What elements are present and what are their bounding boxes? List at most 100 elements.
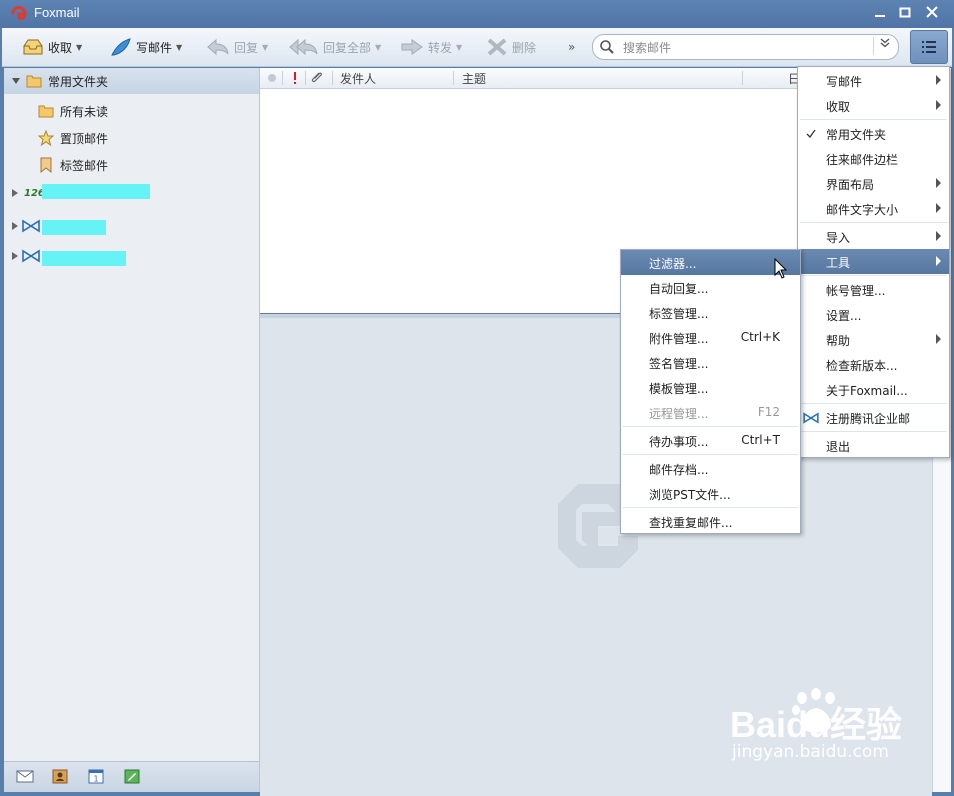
- menu-item-label: 浏览PST文件...: [649, 488, 731, 502]
- search-box[interactable]: [592, 34, 899, 60]
- menu-item-shortcut: Ctrl+K: [740, 330, 780, 344]
- receive-dropdown-icon[interactable]: ▼: [76, 43, 82, 52]
- folder-icon: [26, 75, 42, 88]
- menu-item-layout[interactable]: 界面布局: [798, 171, 949, 196]
- menu-item-label: 工具: [826, 256, 851, 270]
- menu-item-label: 导入: [826, 231, 851, 245]
- sidebar-item-label: 标签邮件: [60, 158, 109, 173]
- expand-down-icon[interactable]: [12, 78, 20, 84]
- menu-item-exit[interactable]: 退出: [798, 433, 949, 458]
- receive-button[interactable]: 收取 ▼: [22, 28, 82, 66]
- menu-item-label: 待办事项...: [649, 435, 709, 449]
- column-separator: [332, 71, 333, 85]
- attachment-paperclip-icon[interactable]: [310, 71, 324, 85]
- search-options-button[interactable]: [873, 37, 896, 55]
- favorites-folder-header[interactable]: 常用文件夹: [4, 68, 259, 94]
- menu-item-label: 界面布局: [826, 178, 875, 192]
- menu-separator: [800, 119, 947, 120]
- menu-item-compose[interactable]: 写邮件: [798, 68, 949, 93]
- menu-item-favorites[interactable]: 常用文件夹: [798, 121, 949, 146]
- tools-item-browse-pst[interactable]: 浏览PST文件...: [621, 481, 800, 506]
- menu-separator: [623, 454, 798, 455]
- tools-item-remote-manager[interactable]: 远程管理... F12: [621, 400, 800, 425]
- delete-x-icon: [487, 38, 507, 56]
- expand-right-icon[interactable]: [12, 222, 18, 230]
- tools-item-mail-archive[interactable]: 邮件存档...: [621, 456, 800, 481]
- minimize-button[interactable]: [868, 4, 892, 24]
- delete-button[interactable]: 删除: [486, 28, 536, 66]
- menu-item-register-exmail[interactable]: 注册腾讯企业邮: [798, 405, 949, 430]
- expand-right-icon[interactable]: [12, 189, 18, 197]
- menu-item-font-size[interactable]: 邮件文字大小: [798, 196, 949, 221]
- forward-button[interactable]: 转发 ▼: [400, 28, 462, 66]
- toolbar-more-button[interactable]: »: [568, 28, 575, 66]
- sidebar-item-label: 所有未读: [60, 104, 109, 119]
- account-exmail-2[interactable]: [12, 244, 40, 268]
- menu-item-shortcut: Ctrl+T: [741, 433, 780, 447]
- column-separator: [742, 71, 743, 85]
- search-input[interactable]: [621, 38, 865, 58]
- delete-label: 删除: [512, 40, 537, 55]
- tools-item-todo[interactable]: 待办事项... Ctrl+T: [621, 428, 800, 453]
- menu-item-receive[interactable]: 收取: [798, 93, 949, 118]
- checkmark-icon: [806, 129, 816, 139]
- menu-item-check-update[interactable]: 检查新版本...: [798, 352, 949, 377]
- sender-column-header[interactable]: 发件人: [340, 70, 376, 87]
- sidebar-item-tagged[interactable]: 标签邮件: [38, 153, 108, 177]
- close-button[interactable]: [920, 4, 944, 24]
- column-separator: [453, 71, 454, 85]
- submenu-arrow-icon: [936, 75, 941, 85]
- tools-item-signature-manager[interactable]: 签名管理...: [621, 350, 800, 375]
- reply-button[interactable]: 回复 ▼: [206, 28, 268, 66]
- menu-item-contact-sidebar[interactable]: 往来邮件边栏: [798, 146, 949, 171]
- menu-item-help[interactable]: 帮助: [798, 327, 949, 352]
- sidebar-bottom-bar: 1: [4, 761, 259, 792]
- account-exmail-1[interactable]: [12, 214, 40, 238]
- compose-dropdown-icon[interactable]: ▼: [176, 43, 182, 52]
- sidebar-item-pinned[interactable]: 置顶邮件: [38, 126, 108, 150]
- tools-item-template-manager[interactable]: 模板管理...: [621, 375, 800, 400]
- contacts-view-button[interactable]: [52, 769, 68, 784]
- subject-column-header[interactable]: 主题: [462, 70, 486, 87]
- menu-item-label: 邮件存档...: [649, 463, 709, 477]
- main-menu-button[interactable]: [910, 30, 948, 64]
- tools-item-tag-manager[interactable]: 标签管理...: [621, 300, 800, 325]
- menu-separator: [623, 426, 798, 427]
- maximize-button[interactable]: [893, 4, 917, 24]
- menu-item-label: 帮助: [826, 334, 851, 348]
- menu-item-about[interactable]: 关于Foxmail...: [798, 377, 949, 402]
- account-126[interactable]: 126: [12, 181, 45, 205]
- search-icon: [600, 40, 614, 54]
- menu-item-account-manager[interactable]: 帐号管理...: [798, 277, 949, 302]
- tools-item-find-duplicates[interactable]: 查找重复邮件...: [621, 509, 800, 534]
- redacted-account-name: [42, 220, 106, 235]
- menu-item-label: 设置...: [826, 309, 862, 323]
- expand-right-icon[interactable]: [12, 252, 18, 260]
- importance-column-icon[interactable]: [292, 71, 298, 85]
- favorites-folder-label: 常用文件夹: [48, 74, 109, 89]
- more-chevron-icon: »: [568, 40, 576, 54]
- tencent-exmail-icon: [22, 219, 40, 233]
- reply-all-dropdown-icon[interactable]: ▼: [375, 43, 381, 52]
- forward-dropdown-icon[interactable]: ▼: [456, 43, 462, 52]
- menu-item-import[interactable]: 导入: [798, 224, 949, 249]
- menu-item-label: 往来邮件边栏: [826, 153, 899, 167]
- tencent-exmail-icon: [22, 249, 40, 263]
- menu-item-tools[interactable]: 工具: [798, 249, 949, 274]
- minimize-icon: [875, 15, 885, 17]
- notes-view-button[interactable]: [124, 769, 140, 784]
- submenu-arrow-icon: [936, 203, 941, 213]
- reply-all-button[interactable]: 回复全部 ▼: [289, 28, 381, 66]
- menu-item-settings[interactable]: 设置...: [798, 302, 949, 327]
- folder-sidebar: 常用文件夹 所有未读 置顶邮件 标签邮件 126 1: [4, 68, 260, 792]
- tools-item-attachment-manager[interactable]: 附件管理... Ctrl+K: [621, 325, 800, 350]
- main-menu: 写邮件 收取 常用文件夹 往来邮件边栏 界面布局 邮件文字大小 导入 工具 帐号…: [797, 66, 950, 458]
- compose-button[interactable]: 写邮件 ▼: [110, 28, 182, 66]
- mail-view-button[interactable]: [16, 769, 34, 784]
- read-status-column-icon[interactable]: [267, 73, 277, 83]
- compose-label: 写邮件: [136, 40, 173, 55]
- calendar-view-button[interactable]: 1: [88, 769, 104, 784]
- sidebar-item-all-unread[interactable]: 所有未读: [38, 99, 108, 123]
- menu-item-label: 标签管理...: [649, 307, 709, 321]
- reply-dropdown-icon[interactable]: ▼: [262, 43, 268, 52]
